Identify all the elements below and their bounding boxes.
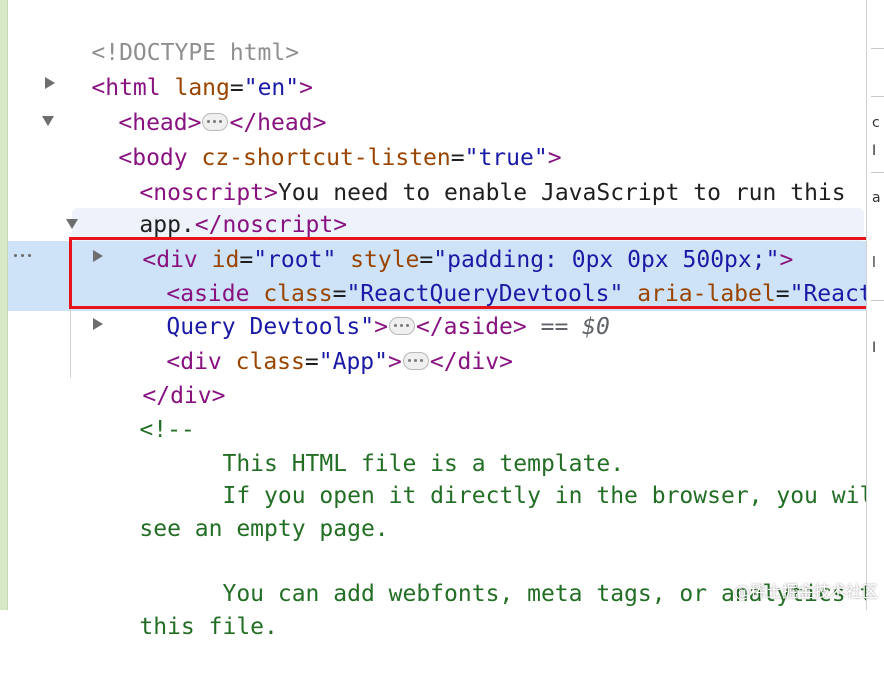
div-app-tag-close: > — [388, 349, 402, 375]
more-options-icon[interactable] — [12, 250, 36, 260]
panel-rule-4 — [871, 300, 884, 301]
panel-char-1: c — [872, 115, 880, 131]
div-app-node[interactable]: <div class="App"> </div> — [111, 311, 513, 375]
panel-rule-1 — [871, 48, 884, 49]
styles-panel-edge: c I a l I — [867, 0, 884, 610]
head-node[interactable]: <head> </head> — [63, 72, 326, 136]
app-collapsed-ellipsis-icon[interactable] — [402, 351, 429, 370]
panel-char-5: I — [872, 340, 877, 356]
selected-ref-label: $0 — [582, 314, 610, 340]
comment-line-1: This HTML file is a template. — [84, 413, 624, 477]
panel-rule-3 — [871, 172, 884, 173]
comment-line-5: this file. — [84, 576, 277, 640]
comment-text-5: this file. — [139, 614, 278, 640]
collapse-body-icon[interactable] — [42, 116, 54, 126]
comment-text-3: see an empty page. — [139, 516, 389, 542]
panel-char-3: a — [872, 190, 881, 206]
div-app-eq: = — [304, 349, 319, 375]
html-node[interactable]: <html lang="en"> — [36, 37, 313, 101]
div-app-end-tag: </div> — [429, 349, 513, 375]
comment-line-3: see an empty page. — [84, 478, 388, 542]
expand-app-icon[interactable] — [93, 318, 103, 330]
div-root-close-node[interactable]: </div> — [87, 345, 225, 409]
expand-head-icon[interactable] — [45, 77, 55, 89]
comment-node[interactable]: <!-- — [84, 379, 194, 443]
panel-char-4: l — [872, 255, 876, 271]
noscript-node[interactable]: <noscript>You need to enable JavaScript … — [84, 142, 845, 206]
panel-char-2: I — [872, 143, 877, 159]
comment-line-2: If you open it directly in the browser, … — [84, 445, 884, 509]
doctype-node[interactable]: <!DOCTYPE html> — [36, 2, 299, 66]
annotation-highlight-box — [69, 237, 879, 309]
body-node[interactable]: <body cz-shortcut-listen="true"> — [63, 107, 561, 171]
div-app-class-value: "App" — [318, 349, 388, 375]
aside-eqeq: == — [526, 314, 583, 340]
watermark-label: @稀土掘金技术社区 — [733, 582, 878, 601]
div-app-class-attr: class — [235, 349, 305, 375]
comment-line-4: You can add webfonts, meta tags, or anal… — [84, 543, 884, 607]
collapse-root-icon[interactable] — [66, 219, 78, 229]
panel-rule-2 — [871, 96, 884, 97]
noscript-node-cont: app.</noscript> — [84, 174, 347, 238]
elements-tree[interactable]: <!DOCTYPE html> <html lang="en"> <head> <… — [0, 0, 884, 640]
noscript-text: You need to enable JavaScript to run thi… — [277, 180, 846, 206]
